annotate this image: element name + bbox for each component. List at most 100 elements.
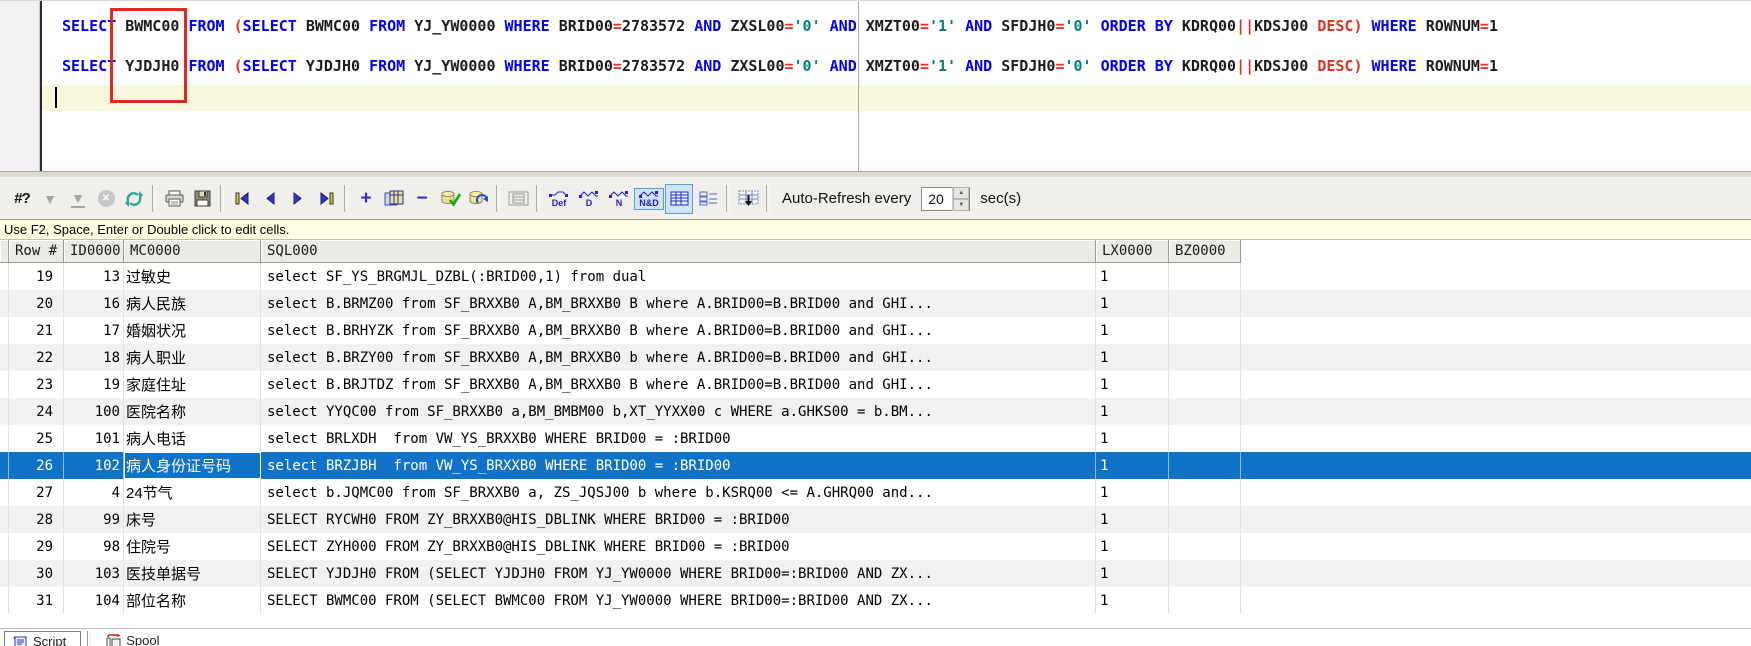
cell-num[interactable]: 20 [9, 290, 64, 317]
cell-num[interactable]: 29 [9, 533, 64, 560]
cell-lx[interactable]: 1 [1096, 587, 1169, 614]
last-record-button[interactable] [313, 185, 339, 213]
cell-lx[interactable]: 1 [1096, 533, 1169, 560]
fetch-last-page-button[interactable] [505, 185, 531, 213]
cell-num[interactable]: 21 [9, 317, 64, 344]
cell-mc[interactable]: 部位名称 [124, 587, 261, 614]
cell-lx[interactable]: 1 [1096, 425, 1169, 452]
cell-mc[interactable]: 病人身份证号码 [124, 452, 261, 479]
cell-marker[interactable] [0, 587, 9, 614]
cell-marker[interactable] [0, 533, 9, 560]
cell-mc[interactable]: 医技单据号 [124, 560, 261, 587]
bind-variables-button[interactable]: #? [9, 185, 35, 213]
cell-mc[interactable]: 过敏史 [124, 263, 261, 290]
post-changes-button[interactable] [437, 185, 463, 213]
cell-sql[interactable]: SELECT YJDJH0 FROM (SELECT YJDJH0 FROM Y… [261, 560, 1096, 587]
cell-id[interactable]: 100 [64, 398, 124, 425]
cell-mc[interactable]: 病人民族 [124, 290, 261, 317]
cell-bz[interactable] [1169, 506, 1241, 533]
cell-marker[interactable] [0, 560, 9, 587]
sort-button[interactable]: ▼ [37, 185, 63, 213]
cell-marker[interactable] [0, 398, 9, 425]
column-header-id[interactable]: ID0000 [64, 240, 124, 263]
cell-bz[interactable] [1169, 371, 1241, 398]
cell-marker[interactable] [0, 317, 9, 344]
column-header-bz[interactable]: BZ0000 [1169, 240, 1241, 263]
view-date-button[interactable]: D [574, 188, 604, 210]
cell-lx[interactable]: 1 [1096, 452, 1169, 479]
cell-id[interactable]: 98 [64, 533, 124, 560]
cell-lx[interactable]: 1 [1096, 398, 1169, 425]
cell-num[interactable]: 27 [9, 479, 64, 506]
cell-lx[interactable]: 1 [1096, 560, 1169, 587]
table-row[interactable]: 30 103 医技单据号 SELECT YJDJH0 FROM (SELECT YJD… [0, 560, 1751, 587]
cell-sql[interactable]: SELECT BWMC00 FROM (SELECT BWMC00 FROM Y… [261, 587, 1096, 614]
print-button[interactable] [161, 185, 187, 213]
cell-mc[interactable]: 家庭住址 [124, 371, 261, 398]
cell-marker[interactable] [0, 506, 9, 533]
cell-num[interactable]: 28 [9, 506, 64, 533]
cell-mc[interactable]: 病人电话 [124, 425, 261, 452]
cell-mc[interactable]: 医院名称 [124, 398, 261, 425]
cell-mc[interactable]: 婚姻状况 [124, 317, 261, 344]
cell-bz[interactable] [1169, 452, 1241, 479]
cell-num[interactable]: 26 [9, 452, 64, 479]
cell-marker[interactable] [0, 425, 9, 452]
table-row[interactable]: 31 104 部位名称 SELECT BWMC00 FROM (SELECT BWMC… [0, 587, 1751, 614]
cell-sql[interactable]: SELECT RYCWH0 FROM ZY_BRXXB0@HIS_DBLINK … [261, 506, 1096, 533]
cell-lx[interactable]: 1 [1096, 263, 1169, 290]
table-row[interactable]: 22 18 病人职业 select B.BRZY00 from SF_BRXXB0 A… [0, 344, 1751, 371]
column-header-marker[interactable] [0, 240, 9, 263]
next-record-button[interactable] [285, 185, 311, 213]
cell-sql[interactable]: SELECT ZYH000 FROM ZY_BRXXB0@HIS_DBLINK … [261, 533, 1096, 560]
cell-sql[interactable]: select b.JQMC00 from SF_BRXXB0 a, ZS_JQS… [261, 479, 1096, 506]
cell-num[interactable]: 25 [9, 425, 64, 452]
cell-lx[interactable]: 1 [1096, 479, 1169, 506]
cell-marker[interactable] [0, 452, 9, 479]
stop-button[interactable]: ✕ [93, 185, 119, 213]
single-record-view-button[interactable] [695, 185, 721, 213]
cell-sql[interactable]: select B.BRMZ00 from SF_BRXXB0 A,BM_BRXX… [261, 290, 1096, 317]
view-number-date-button[interactable]: N&D [634, 187, 664, 210]
table-row[interactable]: 27 4 24节气 select b.JQMC00 from SF_BRXXB0 a,… [0, 479, 1751, 506]
cell-marker[interactable] [0, 344, 9, 371]
cell-mc[interactable]: 24节气 [124, 479, 261, 506]
cell-id[interactable]: 4 [64, 479, 124, 506]
table-row[interactable]: 26 102 病人身份证号码 select BRZJBH from VW_YS_BRX… [0, 452, 1751, 479]
prior-record-button[interactable] [257, 185, 283, 213]
column-header-mc[interactable]: MC0000 [124, 240, 261, 263]
table-row[interactable]: 24 100 医院名称 select YYQC00 from SF_BRXXB0 a,… [0, 398, 1751, 425]
tab-script[interactable]: Script [4, 631, 82, 646]
cell-lx[interactable]: 1 [1096, 506, 1169, 533]
cell-num[interactable]: 24 [9, 398, 64, 425]
cell-id[interactable]: 13 [64, 263, 124, 290]
cell-sql[interactable]: select B.BRZY00 from SF_BRXXB0 A,BM_BRXX… [261, 344, 1096, 371]
cell-marker[interactable] [0, 479, 9, 506]
cell-bz[interactable] [1169, 398, 1241, 425]
first-record-button[interactable] [229, 185, 255, 213]
cell-bz[interactable] [1169, 317, 1241, 344]
column-header-lx[interactable]: LX0000 [1096, 240, 1169, 263]
pane-splitter[interactable] [0, 171, 1751, 178]
cell-id[interactable]: 103 [64, 560, 124, 587]
cell-sql[interactable]: select B.BRJTDZ from SF_BRXXB0 A,BM_BRXX… [261, 371, 1096, 398]
delete-record-button[interactable]: − [409, 185, 435, 213]
column-header-num[interactable]: Row # [9, 240, 64, 263]
cell-sql[interactable]: select BRZJBH from VW_YS_BRXXB0 WHERE BR… [261, 452, 1096, 479]
column-header-sql[interactable]: SQL000 [261, 240, 1096, 263]
cell-num[interactable]: 19 [9, 263, 64, 290]
cell-marker[interactable] [0, 371, 9, 398]
cell-lx[interactable]: 1 [1096, 344, 1169, 371]
duplicate-record-button[interactable] [381, 185, 407, 213]
cell-id[interactable]: 104 [64, 587, 124, 614]
save-button[interactable] [189, 185, 215, 213]
cell-bz[interactable] [1169, 479, 1241, 506]
cell-sql[interactable]: select BRLXDH from VW_YS_BRXXB0 WHERE BR… [261, 425, 1096, 452]
cell-marker[interactable] [0, 263, 9, 290]
cell-num[interactable]: 30 [9, 560, 64, 587]
cell-marker[interactable] [0, 290, 9, 317]
table-row[interactable]: 25 101 病人电话 select BRLXDH from VW_YS_BRXXB0… [0, 425, 1751, 452]
table-row[interactable]: 19 13 过敏史 select SF_YS_BRGMJL_DZBL(:BRID00,… [0, 263, 1751, 290]
insert-record-button[interactable]: + [353, 185, 379, 213]
grid-view-button[interactable] [665, 183, 693, 214]
